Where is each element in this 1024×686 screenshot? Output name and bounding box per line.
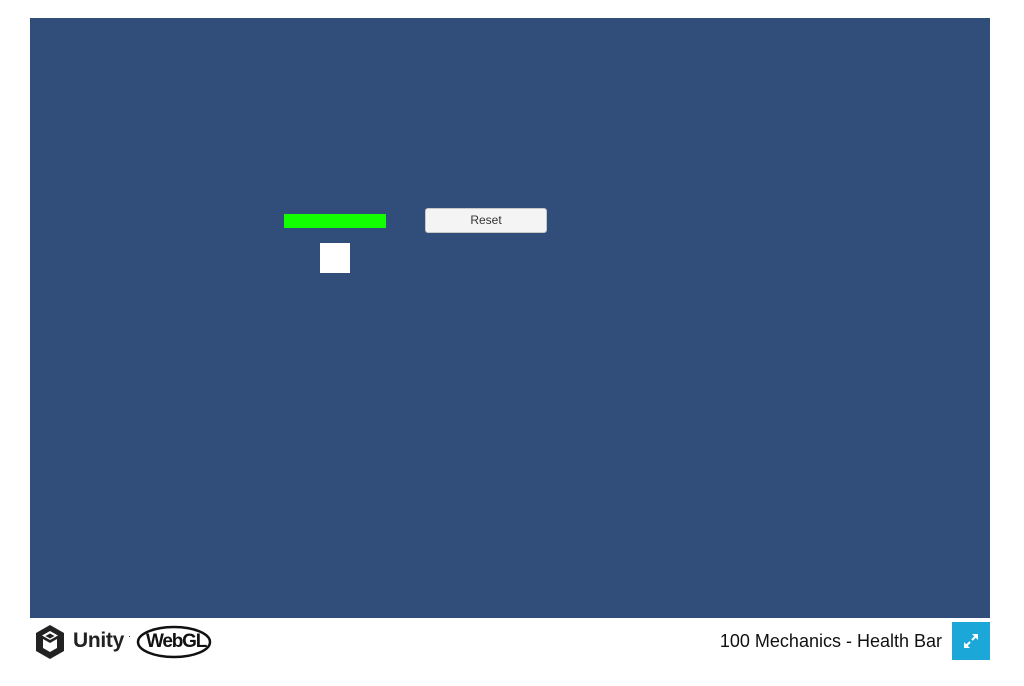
reset-button[interactable]: Reset (425, 208, 547, 233)
webgl-label: WebGL (146, 631, 207, 652)
health-bar-fill (284, 214, 386, 228)
unity-container: Reset Unity · WebGL 100 Mechanics - Heal… (30, 18, 990, 678)
health-bar (284, 214, 386, 228)
unity-cube-icon (36, 625, 64, 659)
build-title: 100 Mechanics - Health Bar (719, 631, 942, 651)
game-canvas[interactable]: Reset (30, 18, 990, 618)
fullscreen-button[interactable] (952, 622, 990, 660)
expand-arrows-icon (964, 634, 978, 648)
unity-label: Unity (73, 629, 125, 652)
unity-footer: Unity · WebGL 100 Mechanics - Health Bar (30, 618, 990, 678)
trademark-dot: · (128, 631, 131, 641)
player-square (320, 243, 350, 273)
